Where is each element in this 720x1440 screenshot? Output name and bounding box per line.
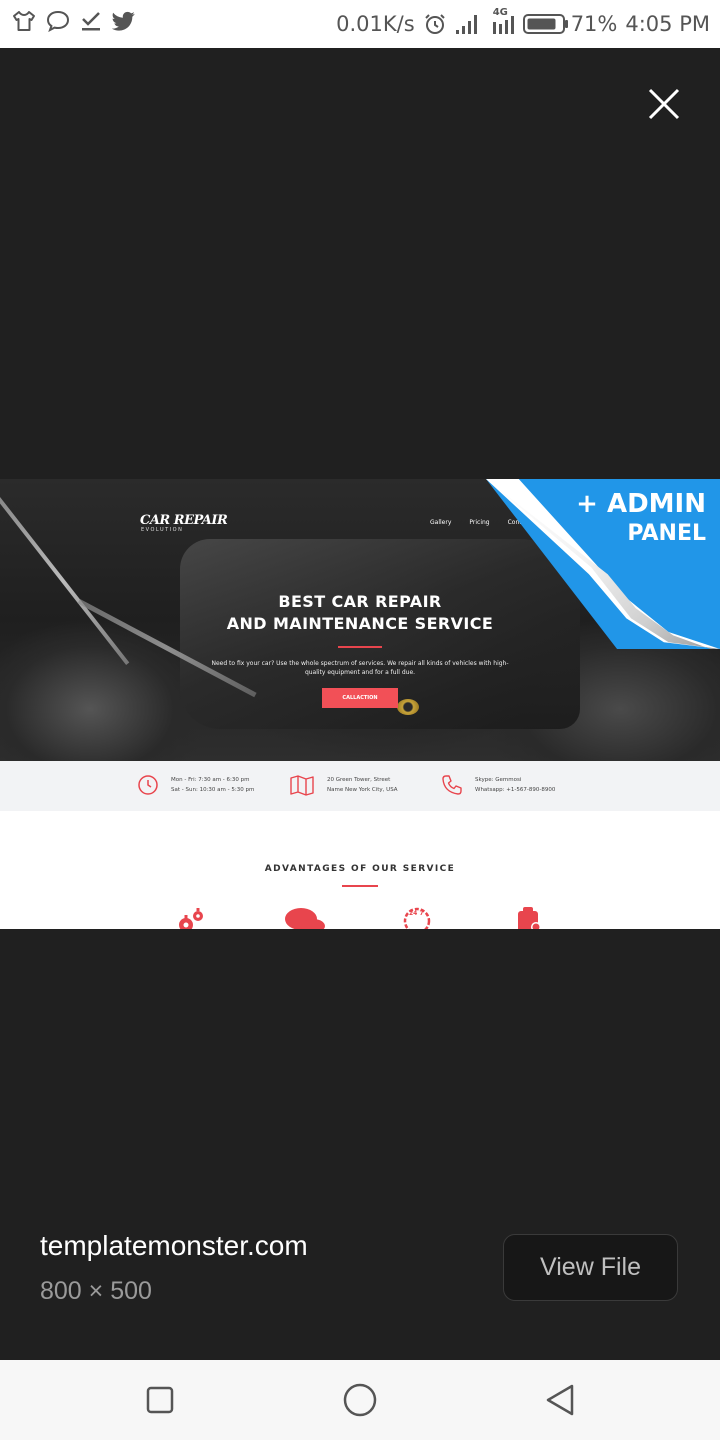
network-type-icon: 4G bbox=[489, 7, 515, 36]
contact-line-2: Whatsapp: +1-567-890-8900 bbox=[475, 787, 556, 793]
image-dimensions: 800 × 500 bbox=[40, 1277, 152, 1305]
nav-gallery: Gallery bbox=[430, 519, 452, 526]
status-indicators: 0.01K/s 4G 71% 4:05 PM bbox=[336, 0, 710, 48]
desc-line-2: quality equipment and for a full due. bbox=[304, 669, 416, 676]
home-circle-icon bbox=[343, 1383, 377, 1417]
home-button[interactable] bbox=[340, 1380, 380, 1420]
phone-icon bbox=[442, 775, 462, 795]
twitter-icon bbox=[112, 11, 135, 31]
alarm-icon bbox=[424, 14, 445, 34]
close-button[interactable] bbox=[644, 84, 684, 124]
info-bar: Mon - Fri: 7:30 am - 6:30 pm Sat - Sun: … bbox=[0, 761, 720, 811]
desc-line-1: Need to fix your car? Use the whole spec… bbox=[211, 660, 509, 667]
hero-headline-2: AND MAINTENANCE SERVICE bbox=[226, 614, 494, 633]
section-underline bbox=[342, 885, 378, 887]
tshirt-icon bbox=[13, 11, 35, 31]
hours-line-1: Mon - Fri: 7:30 am - 6:30 pm bbox=[171, 777, 250, 783]
support-24-7-icon: 24 7 bbox=[400, 907, 434, 929]
battery-icon bbox=[522, 13, 569, 35]
close-icon bbox=[648, 88, 680, 120]
notification-icons bbox=[12, 10, 136, 32]
hero-description: Need to fix your car? Use the whole spec… bbox=[210, 659, 510, 677]
cta-button: CALLACTION bbox=[322, 688, 398, 708]
status-bar: 0.01K/s 4G 71% 4:05 PM bbox=[0, 0, 720, 48]
clock-icon bbox=[138, 775, 158, 795]
nav-pricing: Pricing bbox=[469, 519, 490, 526]
image-source: templatemonster.com bbox=[40, 1230, 308, 1261]
oil-cap bbox=[397, 699, 419, 715]
view-file-button[interactable]: View File bbox=[503, 1234, 678, 1301]
chat-bubble-icon bbox=[46, 10, 70, 32]
hero-banner: CAR REPAIR EVOLUTION Gallery Pricing Con… bbox=[0, 479, 720, 761]
clock: 4:05 PM bbox=[625, 12, 710, 36]
hero-headline-1: BEST CAR REPAIR bbox=[278, 592, 442, 611]
headline-underline bbox=[338, 646, 382, 648]
section-title: ADVANTAGES OF OUR SERVICE bbox=[264, 864, 456, 874]
contact-item: Skype: Gemmosi Whatsapp: +1-567-890-8900 bbox=[441, 774, 555, 796]
clipboard-icon bbox=[514, 907, 544, 929]
image-preview[interactable]: CAR REPAIR EVOLUTION Gallery Pricing Con… bbox=[0, 479, 720, 929]
site-logo: CAR REPAIR bbox=[140, 513, 228, 528]
hours-item: Mon - Fri: 7:30 am - 6:30 pm Sat - Sun: … bbox=[137, 774, 254, 796]
signal-icon bbox=[455, 15, 477, 34]
back-button[interactable] bbox=[540, 1380, 580, 1420]
admin-line1: + ADMIN bbox=[576, 489, 706, 519]
system-nav-bar bbox=[0, 1360, 720, 1440]
back-triangle-icon bbox=[546, 1384, 574, 1416]
address-line-1: 20 Green Tower, Street bbox=[327, 777, 391, 783]
map-icon bbox=[290, 775, 314, 796]
site-logo-sub: EVOLUTION bbox=[141, 527, 184, 533]
download-done-icon bbox=[82, 12, 100, 31]
recents-square-icon bbox=[146, 1386, 174, 1414]
hours-line-2: Sat - Sun: 10:30 am - 5:30 pm bbox=[171, 787, 255, 793]
contact-line-1: Skype: Gemmosi bbox=[475, 777, 522, 783]
admin-line2: PANEL bbox=[627, 521, 706, 546]
support-24-7-label: 24 7 bbox=[409, 910, 424, 917]
address-item: 20 Green Tower, Street Name New York Cit… bbox=[289, 774, 398, 796]
hood-strut bbox=[0, 497, 130, 665]
battery-level: 71% bbox=[570, 12, 618, 36]
recents-button[interactable] bbox=[140, 1380, 180, 1420]
gears-icon bbox=[174, 907, 208, 929]
address-line-2: Name New York City, USA bbox=[327, 787, 398, 793]
chat-bubbles-icon bbox=[283, 907, 327, 929]
net-speed: 0.01K/s bbox=[336, 12, 415, 36]
